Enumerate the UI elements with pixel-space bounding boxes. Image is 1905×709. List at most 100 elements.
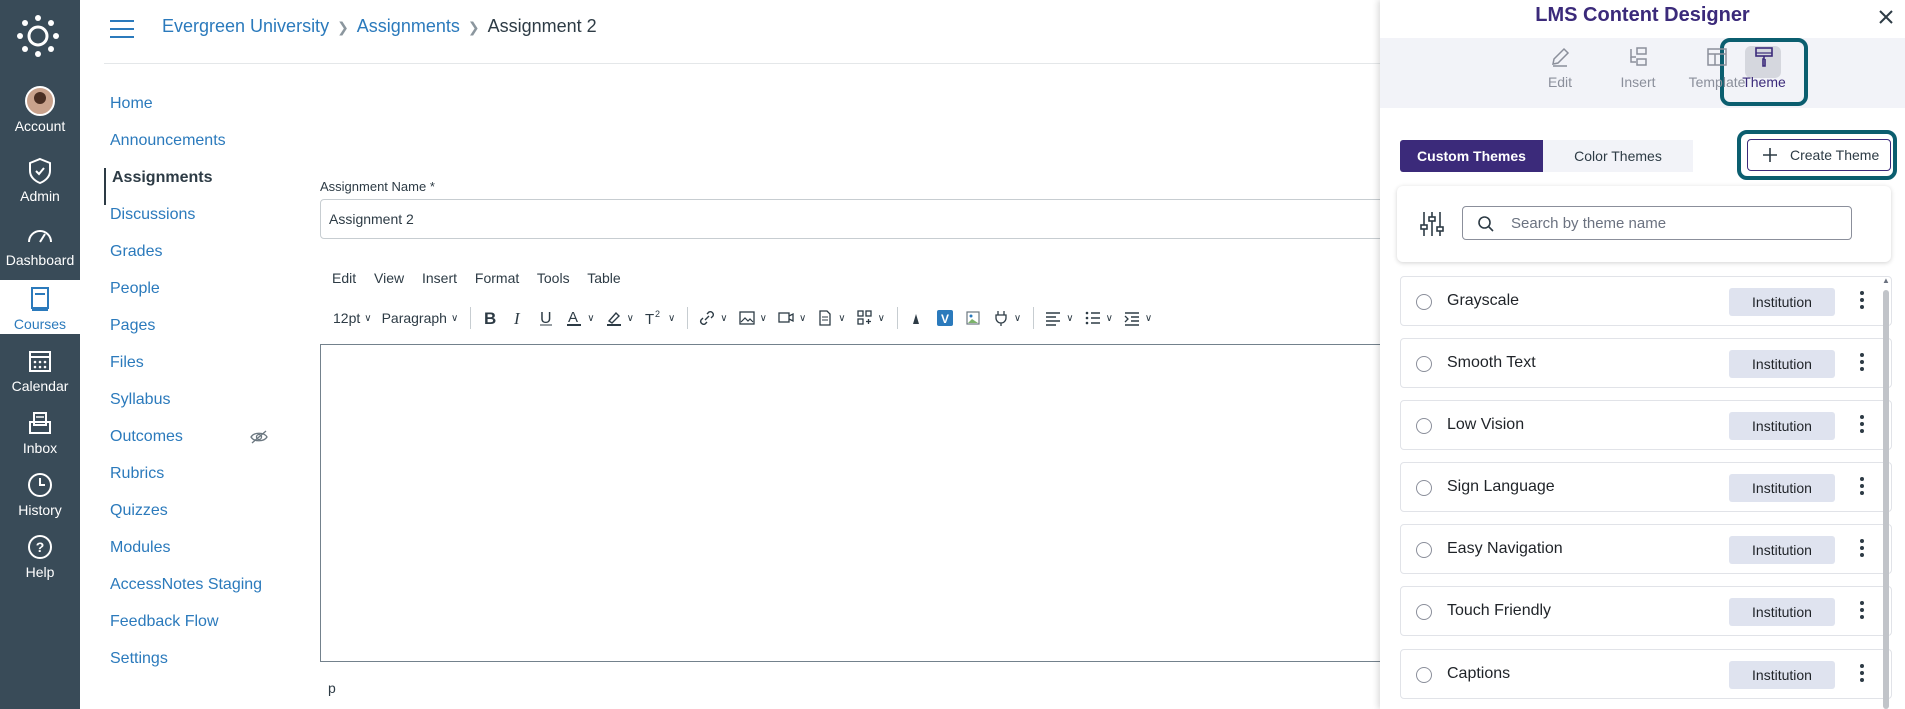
course-nav-quizzes[interactable]: Quizzes [104,501,284,538]
list-item[interactable]: Smooth Text Institution [1400,338,1892,388]
rich-content-editor[interactable] [320,344,1390,662]
course-nav-feedback-flow[interactable]: Feedback Flow [104,612,284,649]
scroll-up-icon[interactable]: ▲ [1882,276,1890,285]
theme-radio[interactable] [1416,667,1432,683]
font-size-select[interactable]: 12pt ∨ [333,304,372,332]
list-item[interactable]: Grayscale Institution [1400,276,1892,326]
course-nav-outcomes[interactable]: Outcomes [104,427,284,464]
theme-name: Smooth Text [1447,354,1536,371]
more-options-icon[interactable] [1859,477,1865,499]
document-button[interactable]: ∨ [816,304,846,332]
text-color-button[interactable]: A ∨ [565,304,595,332]
course-nav-files[interactable]: Files [104,353,284,390]
more-options-icon[interactable] [1859,539,1865,561]
course-nav-syllabus[interactable]: Syllabus [104,390,284,427]
create-theme-label: Create Theme [1790,147,1880,163]
breadcrumb-section[interactable]: Assignments [357,16,460,36]
course-nav-settings[interactable]: Settings [104,649,284,686]
tab-theme[interactable]: Theme [1729,46,1799,90]
list-item[interactable]: Low Vision Institution [1400,400,1892,450]
theme-radio[interactable] [1416,294,1432,310]
close-icon[interactable] [1877,8,1895,26]
theme-radio[interactable] [1416,480,1432,496]
nav-dashboard[interactable]: Dashboard [0,220,80,268]
more-options-icon[interactable] [1859,353,1865,375]
align-button[interactable]: ∨ [1044,304,1074,332]
italic-button[interactable]: I [509,304,527,332]
bullet-list-button[interactable]: ∨ [1084,304,1113,332]
status-badge: Institution [1729,598,1835,626]
image-button[interactable]: ∨ [738,304,767,332]
nav-history[interactable]: History [0,470,80,518]
theme-radio[interactable] [1416,418,1432,434]
media-button[interactable]: ∨ [777,304,806,332]
more-options-icon[interactable] [1859,291,1865,313]
course-nav-accessnotes[interactable]: AccessNotes Staging [104,575,284,612]
list-item[interactable]: Sign Language Institution [1400,462,1892,512]
create-theme-button[interactable]: Create Theme [1747,139,1891,171]
more-options-icon[interactable] [1859,601,1865,623]
course-nav-announcements[interactable]: Announcements [104,131,284,168]
plugin-button[interactable]: ∨ [992,304,1021,332]
theme-radio[interactable] [1416,356,1432,372]
theme-radio[interactable] [1416,604,1432,620]
bold-button[interactable]: B [481,304,499,332]
accessibility-tool-button[interactable] [908,304,926,332]
menu-tools[interactable]: Tools [537,270,570,286]
more-options-icon[interactable] [1859,664,1865,686]
course-nav-people[interactable]: People [104,279,284,316]
canvas-logo-icon[interactable] [16,14,60,58]
list-item[interactable]: Touch Friendly Institution [1400,586,1892,636]
course-nav-home[interactable]: Home [104,94,284,131]
nav-calendar-label: Calendar [11,378,69,394]
nav-account[interactable]: Account [0,86,80,134]
chevron-down-icon: ∨ [759,312,767,324]
menu-insert[interactable]: Insert [422,270,457,286]
link-button[interactable]: ∨ [698,304,728,332]
svg-text:V: V [941,312,949,326]
breadcrumb-root[interactable]: Evergreen University [162,16,329,36]
image-tool-button[interactable] [964,304,982,332]
tab-edit[interactable]: Edit [1525,46,1595,90]
nav-history-label: History [18,502,62,518]
theme-name: Grayscale [1447,292,1520,309]
status-badge: Institution [1729,474,1835,502]
theme-radio[interactable] [1416,542,1432,558]
nav-courses[interactable]: Courses [0,280,80,334]
menu-view[interactable]: View [374,270,404,286]
apps-button[interactable]: ∨ [856,304,885,332]
more-options-icon[interactable] [1859,415,1865,437]
underline-button[interactable]: U [537,304,555,332]
list-item[interactable]: Easy Navigation Institution [1400,524,1892,574]
block-format-select[interactable]: Paragraph ∨ [382,304,459,332]
menu-edit[interactable]: Edit [332,270,356,286]
course-nav-grades[interactable]: Grades [104,242,284,279]
course-nav-pages[interactable]: Pages [104,316,284,353]
template-icon [1707,48,1727,66]
nav-inbox[interactable]: Inbox [0,408,80,456]
color-themes-tab[interactable]: Color Themes [1543,140,1693,172]
course-nav-discussions[interactable]: Discussions [104,205,284,242]
custom-themes-tab[interactable]: Custom Themes [1400,140,1543,172]
tab-insert[interactable]: Insert [1603,46,1673,90]
menu-format[interactable]: Format [475,270,519,286]
course-nav-modules[interactable]: Modules [104,538,284,575]
filter-sliders-icon[interactable] [1419,210,1445,238]
assignment-name-input[interactable]: Assignment 2 [320,199,1390,239]
course-nav-assignments[interactable]: Assignments [104,168,284,205]
scrollbar-thumb[interactable] [1883,290,1889,709]
list-item[interactable]: Captions Institution [1400,649,1892,699]
course-nav-rubrics[interactable]: Rubrics [104,464,284,501]
nav-admin[interactable]: Admin [0,156,80,204]
chevron-down-icon: ∨ [667,312,676,324]
superscript-button[interactable]: T 2 ∨ [644,304,675,332]
hamburger-menu-icon[interactable] [110,20,134,38]
theme-search-input[interactable]: Search by theme name [1462,206,1852,240]
highlight-color-button[interactable]: ∨ [605,304,634,332]
verse-tool-button[interactable]: V [936,304,954,332]
nav-help[interactable]: ? Help [0,532,80,580]
theme-list-scrollbar[interactable]: ▲ [1882,276,1890,709]
menu-table[interactable]: Table [587,270,620,286]
indent-button[interactable]: ∨ [1123,304,1152,332]
nav-calendar[interactable]: Calendar [0,346,80,394]
